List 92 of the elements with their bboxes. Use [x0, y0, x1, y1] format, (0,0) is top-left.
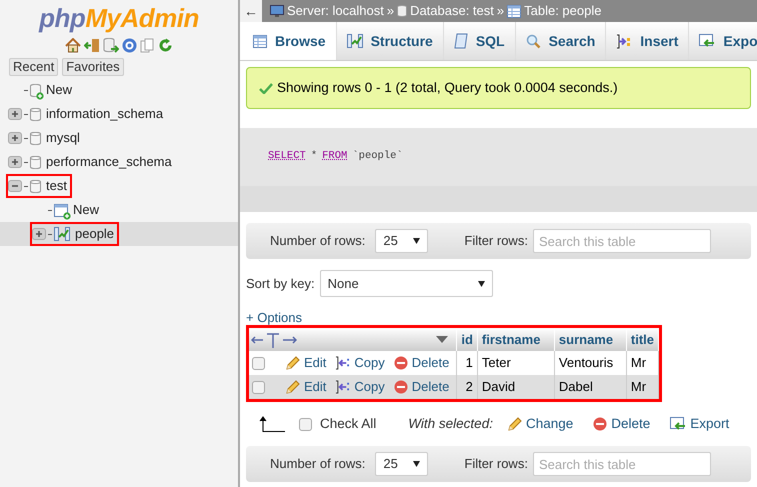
- with-selected-label: With selected:: [408, 414, 493, 433]
- database-icon: [30, 132, 41, 144]
- search-icon: [526, 34, 541, 48]
- row-action-link[interactable]: Edit: [285, 377, 326, 397]
- table-icon: [507, 4, 522, 18]
- breadcrumb-link[interactable]: Server: localhost: [287, 1, 384, 21]
- dropdown-caret-icon[interactable]: [436, 336, 448, 343]
- tab[interactable]: Insert: [606, 22, 690, 60]
- monitor-icon: [270, 5, 284, 17]
- home-icon[interactable]: [65, 38, 81, 53]
- row-action-link[interactable]: Copy: [335, 353, 385, 373]
- check-icon: [259, 82, 273, 94]
- app-logo[interactable]: phpMyAdmin: [39, 2, 199, 34]
- rows-label: Number of rows:: [270, 232, 366, 250]
- tree-item-label[interactable]: New: [46, 80, 72, 100]
- row-action-link[interactable]: Copy: [335, 377, 385, 397]
- tab[interactable]: Search: [516, 22, 606, 60]
- checkbox[interactable]: [252, 356, 265, 370]
- expand-icon[interactable]: [8, 108, 22, 120]
- database-icon: [397, 5, 408, 17]
- expand-icon[interactable]: [8, 132, 22, 144]
- tree-item-label[interactable]: New: [73, 200, 100, 220]
- nav-button[interactable]: Favorites: [62, 58, 124, 76]
- tree-item-label[interactable]: people: [75, 224, 114, 244]
- tree-item-label[interactable]: performance_schema: [46, 152, 172, 172]
- table-cell: David: [477, 375, 554, 399]
- table-icon: [253, 34, 267, 48]
- expand-icon[interactable]: [8, 156, 22, 168]
- breadcrumb-link[interactable]: Database: test: [410, 1, 494, 21]
- dropdown-caret-icon: [478, 280, 485, 286]
- breadcrumb-separator: »: [386, 2, 394, 20]
- new-table-icon: [54, 204, 68, 216]
- export-icon: [699, 34, 716, 48]
- column-resize-icon[interactable]: [251, 332, 297, 348]
- sort-select[interactable]: None: [320, 270, 493, 297]
- tab[interactable]: SQL: [444, 22, 516, 60]
- filter-label: Filter rows:: [464, 455, 528, 474]
- bulk-action-link[interactable]: Delete: [593, 414, 650, 434]
- delete-icon: [394, 356, 408, 370]
- database-icon: [30, 156, 41, 168]
- table-cell: 2: [456, 375, 478, 399]
- sort-label: Sort by key:: [246, 274, 315, 293]
- database-arrow-icon[interactable]: [103, 38, 119, 53]
- tab[interactable]: Structure: [336, 22, 444, 60]
- delete-icon: [394, 380, 408, 394]
- table-structure-icon: [346, 34, 363, 48]
- row-action-link[interactable]: Edit: [285, 353, 326, 373]
- new-database-icon: [30, 84, 41, 96]
- database-icon: [30, 108, 41, 120]
- checkbox[interactable]: [252, 380, 265, 394]
- search-field[interactable]: Search this table: [532, 452, 711, 476]
- insert-row-icon: [335, 380, 350, 394]
- row-action-link[interactable]: Delete: [394, 377, 450, 397]
- nav-button[interactable]: Recent: [9, 58, 58, 76]
- delete-icon: [593, 417, 608, 431]
- database-icon: [30, 180, 41, 192]
- document-icon: [454, 33, 468, 49]
- options-link[interactable]: + Options: [246, 310, 302, 325]
- pencil-icon: [285, 380, 300, 394]
- export-icon: [670, 417, 686, 431]
- rows-select[interactable]: 25: [375, 229, 428, 253]
- table-structure-icon: [54, 227, 70, 241]
- insert-row-icon: [335, 356, 350, 370]
- sql-query: SELECT * FROM `people`: [268, 149, 403, 164]
- pencil-icon: [506, 416, 522, 432]
- back-button[interactable]: ←: [240, 0, 262, 22]
- filter-label: Filter rows:: [464, 232, 528, 250]
- rows-select[interactable]: 25: [375, 452, 428, 476]
- insert-row-icon: [616, 34, 632, 48]
- dropdown-caret-icon: [413, 238, 420, 244]
- exit-door-icon[interactable]: [84, 38, 100, 53]
- expand-icon[interactable]: [32, 228, 46, 240]
- row-action-link[interactable]: Delete: [394, 353, 450, 373]
- collapse-icon[interactable]: [8, 180, 22, 192]
- check-all-label[interactable]: Check All: [320, 414, 376, 434]
- dropdown-caret-icon: [413, 461, 420, 467]
- tree-item-label[interactable]: test: [46, 176, 67, 196]
- checkbox[interactable]: [299, 418, 312, 430]
- search-field[interactable]: Search this table: [532, 229, 711, 253]
- table-cell: Dabel: [554, 375, 626, 399]
- pencil-icon: [285, 356, 300, 370]
- tree-item-label[interactable]: information_schema: [46, 104, 164, 124]
- bulk-action-link[interactable]: Change: [506, 414, 574, 434]
- reload-icon[interactable]: [158, 38, 173, 53]
- tree-item-label[interactable]: mysql: [46, 128, 80, 148]
- bulk-action-link[interactable]: Export: [670, 414, 730, 434]
- breadcrumb-link[interactable]: Table: people: [524, 1, 602, 21]
- rows-label: Number of rows:: [270, 455, 366, 474]
- arrow-up-icon: [259, 416, 285, 432]
- breadcrumb-separator: »: [496, 2, 504, 20]
- table-cell: Mr: [626, 375, 659, 399]
- message-text: Showing rows 0 - 1 (2 total, Query took 0.0004 seconds.): [277, 78, 618, 97]
